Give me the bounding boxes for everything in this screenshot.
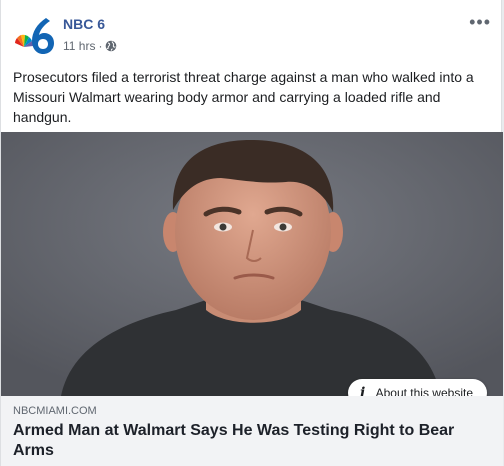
link-headline[interactable]: Armed Man at Walmart Says He Was Testing… [13, 421, 483, 461]
post-photo[interactable] [1, 132, 503, 396]
link-preview[interactable]: NBCMIAMI.COM Armed Man at Walmart Says H… [1, 396, 503, 466]
mugshot-image [1, 132, 503, 396]
link-domain: NBCMIAMI.COM [13, 405, 97, 417]
post-time[interactable]: 11 hrs [63, 39, 95, 53]
globe-icon [106, 40, 117, 52]
post-text: Prosecutors filed a terrorist threat cha… [13, 69, 474, 125]
page-name[interactable]: NBC 6 [63, 16, 105, 32]
meta-separator: · [98, 39, 103, 53]
post-meta: 11 hrs · [63, 39, 117, 53]
nbc6-logo-icon[interactable] [13, 14, 57, 58]
post-card: NBC 6 11 hrs · ••• Prosecutors filed a t… [0, 0, 503, 466]
more-options-icon[interactable]: ••• [469, 12, 491, 33]
